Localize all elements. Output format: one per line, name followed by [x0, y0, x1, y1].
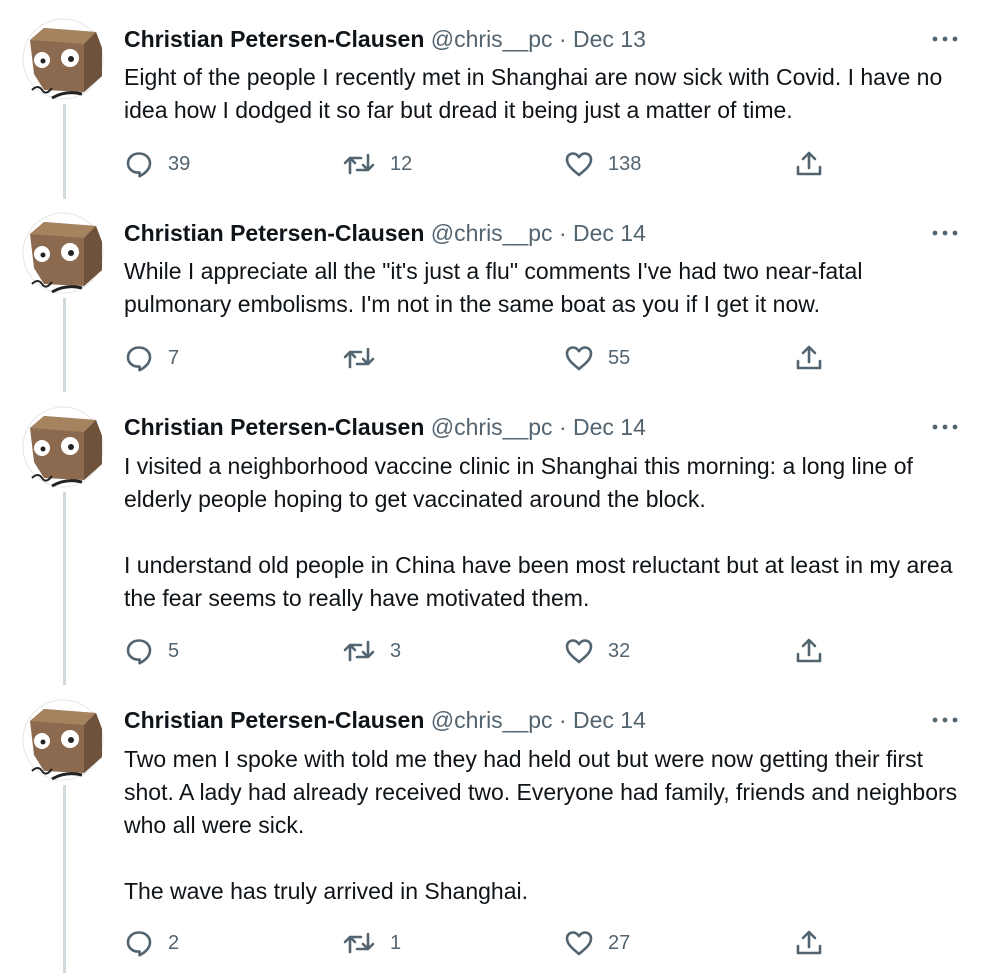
- reply-icon: [124, 149, 154, 179]
- like-button[interactable]: 27: [564, 927, 630, 959]
- author-name[interactable]: Christian Petersen-Clausen: [124, 26, 424, 52]
- heart-icon: [564, 928, 594, 958]
- tweet-thread: Christian Petersen-Clausen @chris__pc · …: [0, 0, 993, 973]
- tweet-text: I visited a neighborhood vaccine clinic …: [124, 450, 969, 615]
- like-count: 138: [608, 152, 642, 175]
- tweet-paragraph: Two men I spoke with told me they had he…: [124, 746, 958, 838]
- reply-button[interactable]: 2: [124, 927, 179, 959]
- reply-button[interactable]: 7: [124, 342, 179, 374]
- separator-dot: ·: [558, 26, 567, 52]
- reply-count: 39: [168, 152, 191, 175]
- tweet[interactable]: Christian Petersen-Clausen @chris__pc · …: [0, 194, 993, 392]
- author-handle[interactable]: @chris__pc: [431, 707, 553, 733]
- retweet-count: 12: [390, 152, 413, 175]
- tweet-paragraph: Eight of the people I recently met in Sh…: [124, 64, 943, 123]
- reply-count: 7: [168, 346, 180, 369]
- share-icon: [794, 928, 824, 958]
- share-icon: [794, 636, 824, 666]
- like-count: 32: [608, 639, 631, 662]
- share-icon: [794, 343, 824, 373]
- tweet-text: While I appreciate all the "it's just a …: [124, 255, 969, 321]
- tweet-actions: 39 12 138: [124, 148, 844, 180]
- reply-icon: [124, 636, 154, 666]
- avatar[interactable]: [22, 212, 104, 294]
- tweet-text: Eight of the people I recently met in Sh…: [124, 61, 969, 127]
- tweet-date[interactable]: Dec 14: [573, 414, 646, 440]
- like-button[interactable]: 138: [564, 148, 641, 180]
- author-handle[interactable]: @chris__pc: [431, 220, 553, 246]
- like-button[interactable]: 55: [564, 342, 630, 374]
- like-count: 27: [608, 931, 631, 954]
- retweet-button[interactable]: 12: [342, 148, 412, 180]
- author-handle[interactable]: @chris__pc: [431, 414, 553, 440]
- more-icon[interactable]: [931, 29, 959, 49]
- more-icon[interactable]: [931, 223, 959, 243]
- share-button[interactable]: [794, 148, 824, 180]
- share-button[interactable]: [794, 927, 824, 959]
- tweet-header: Christian Petersen-Clausen @chris__pc · …: [124, 218, 953, 248]
- heart-icon: [564, 343, 594, 373]
- tweet[interactable]: Christian Petersen-Clausen @chris__pc · …: [0, 388, 993, 685]
- like-button[interactable]: 32: [564, 635, 630, 667]
- tweet-paragraph: I visited a neighborhood vaccine clinic …: [124, 453, 913, 512]
- reply-count: 5: [168, 639, 180, 662]
- tweet-header: Christian Petersen-Clausen @chris__pc · …: [124, 412, 953, 442]
- share-icon: [794, 149, 824, 179]
- share-button[interactable]: [794, 342, 824, 374]
- heart-icon: [564, 149, 594, 179]
- author-name[interactable]: Christian Petersen-Clausen: [124, 220, 424, 246]
- author-name[interactable]: Christian Petersen-Clausen: [124, 707, 424, 733]
- tweet-actions: 5 3 32: [124, 635, 844, 667]
- thread-connector: [63, 298, 66, 392]
- tweet-actions: 2 1 27: [124, 927, 844, 959]
- retweet-button[interactable]: [342, 342, 390, 374]
- retweet-icon: [342, 149, 376, 179]
- tweet[interactable]: Christian Petersen-Clausen @chris__pc · …: [0, 681, 993, 973]
- separator-dot: ·: [558, 707, 567, 733]
- heart-icon: [564, 636, 594, 666]
- tweet-date[interactable]: Dec 14: [573, 707, 646, 733]
- thread-connector: [63, 492, 66, 685]
- retweet-count: 1: [390, 931, 402, 954]
- retweet-icon: [342, 343, 376, 373]
- separator-dot: ·: [558, 414, 567, 440]
- author-handle[interactable]: @chris__pc: [431, 26, 553, 52]
- retweet-count: 3: [390, 639, 402, 662]
- author-name[interactable]: Christian Petersen-Clausen: [124, 414, 424, 440]
- like-count: 55: [608, 346, 631, 369]
- reply-count: 2: [168, 931, 180, 954]
- reply-button[interactable]: 39: [124, 148, 190, 180]
- reply-button[interactable]: 5: [124, 635, 179, 667]
- avatar[interactable]: [22, 699, 104, 781]
- thread-connector: [63, 785, 66, 973]
- more-icon[interactable]: [931, 417, 959, 437]
- retweet-icon: [342, 636, 376, 666]
- retweet-button[interactable]: 3: [342, 635, 401, 667]
- retweet-button[interactable]: 1: [342, 927, 401, 959]
- retweet-icon: [342, 928, 376, 958]
- tweet-header: Christian Petersen-Clausen @chris__pc · …: [124, 705, 953, 735]
- separator-dot: ·: [558, 220, 567, 246]
- thread-connector: [63, 104, 66, 199]
- tweet-paragraph: The wave has truly arrived in Shanghai.: [124, 878, 528, 904]
- tweet-text: Two men I spoke with told me they had he…: [124, 743, 969, 908]
- tweet-header: Christian Petersen-Clausen @chris__pc · …: [124, 24, 953, 54]
- reply-icon: [124, 928, 154, 958]
- tweet-paragraph: While I appreciate all the "it's just a …: [124, 258, 863, 317]
- tweet-paragraph: I understand old people in China have be…: [124, 552, 953, 611]
- tweet-date[interactable]: Dec 14: [573, 220, 646, 246]
- tweet[interactable]: Christian Petersen-Clausen @chris__pc · …: [0, 0, 993, 199]
- avatar[interactable]: [22, 18, 104, 100]
- tweet-date[interactable]: Dec 13: [573, 26, 646, 52]
- share-button[interactable]: [794, 635, 824, 667]
- reply-icon: [124, 343, 154, 373]
- avatar[interactable]: [22, 406, 104, 488]
- tweet-actions: 7 55: [124, 342, 844, 374]
- more-icon[interactable]: [931, 710, 959, 730]
